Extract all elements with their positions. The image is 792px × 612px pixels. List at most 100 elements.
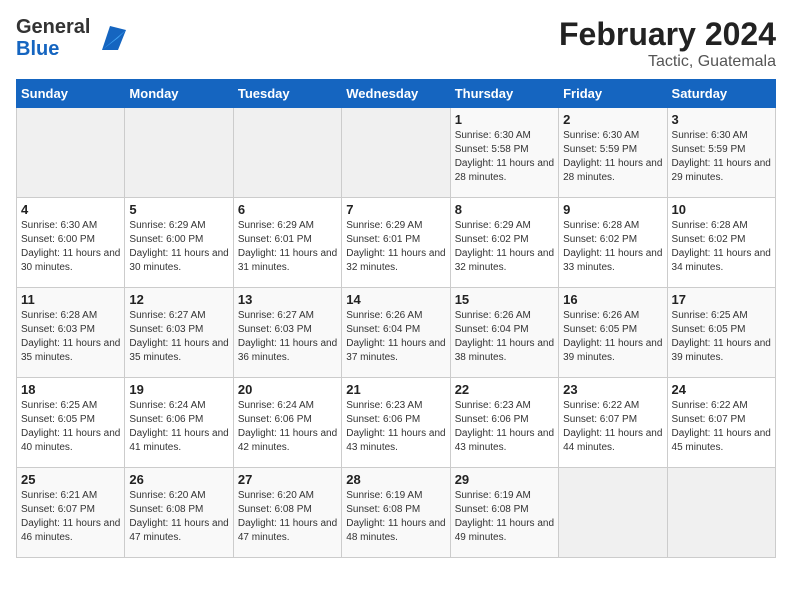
page-header: General Blue February 2024 Tactic, Guate…	[16, 16, 776, 71]
day-number: 13	[238, 292, 337, 307]
day-number: 9	[563, 202, 662, 217]
calendar-cell: 1Sunrise: 6:30 AM Sunset: 5:58 PM Daylig…	[450, 108, 558, 198]
day-number: 27	[238, 472, 337, 487]
calendar-cell	[559, 468, 667, 558]
day-number: 3	[672, 112, 771, 127]
day-info: Sunrise: 6:19 AM Sunset: 6:08 PM Dayligh…	[346, 489, 445, 545]
calendar-cell: 15 Sunrise: 6:26 AM Sunset: 6:04 PM Dayli…	[450, 288, 558, 378]
day-number: 16	[563, 292, 662, 307]
day-info: Sunrise: 6:26 AM Sunset: 6:04 PM Dayligh…	[346, 309, 445, 365]
day-info: Sunrise: 6:30 AM Sunset: 5:59 PM Dayligh…	[563, 129, 662, 185]
day-info: Sunrise: 6:20 AM Sunset: 6:08 PM Dayligh…	[238, 489, 337, 545]
day-info: Sunrise: 6:26 AM Sunset: 6:05 PM Dayligh…	[563, 309, 662, 365]
calendar-cell: 19 Sunrise: 6:24 AM Sunset: 6:06 PM Dayli…	[125, 378, 233, 468]
day-number: 15	[455, 292, 554, 307]
calendar-cell: 28 Sunrise: 6:19 AM Sunset: 6:08 PM Dayli…	[342, 468, 450, 558]
calendar-cell: 8 Sunrise: 6:29 AM Sunset: 6:02 PM Daylig…	[450, 198, 558, 288]
day-info: Sunrise: 6:23 AM Sunset: 6:06 PM Dayligh…	[455, 399, 554, 455]
day-info: Sunrise: 6:29 AM Sunset: 6:01 PM Dayligh…	[346, 219, 445, 275]
calendar-cell: 11 Sunrise: 6:28 AM Sunset: 6:03 PM Dayli…	[17, 288, 125, 378]
day-number: 7	[346, 202, 445, 217]
day-info: Sunrise: 6:21 AM Sunset: 6:07 PM Dayligh…	[21, 489, 120, 545]
logo-blue: Blue	[16, 38, 90, 60]
day-info: Sunrise: 6:29 AM Sunset: 6:01 PM Dayligh…	[238, 219, 337, 275]
day-info: Sunrise: 6:27 AM Sunset: 6:03 PM Dayligh…	[129, 309, 228, 365]
calendar-header-row: SundayMondayTuesdayWednesdayThursdayFrid…	[17, 80, 776, 108]
day-number: 2	[563, 112, 662, 127]
calendar-cell	[233, 108, 341, 198]
day-number: 4	[21, 202, 120, 217]
calendar-cell: 12 Sunrise: 6:27 AM Sunset: 6:03 PM Dayli…	[125, 288, 233, 378]
calendar-cell: 14Sunrise: 6:26 AM Sunset: 6:04 PM Dayli…	[342, 288, 450, 378]
day-info: Sunrise: 6:22 AM Sunset: 6:07 PM Dayligh…	[672, 399, 771, 455]
calendar-week-2: 4 Sunrise: 6:30 AM Sunset: 6:00 PM Daylig…	[17, 198, 776, 288]
logo: General Blue	[16, 16, 126, 60]
calendar-week-4: 18 Sunrise: 6:25 AM Sunset: 6:05 PM Dayli…	[17, 378, 776, 468]
calendar-cell: 21 Sunrise: 6:23 AM Sunset: 6:06 PM Dayli…	[342, 378, 450, 468]
day-number: 25	[21, 472, 120, 487]
day-header-thursday: Thursday	[450, 80, 558, 108]
day-number: 11	[21, 292, 120, 307]
day-number: 26	[129, 472, 228, 487]
calendar-cell: 20Sunrise: 6:24 AM Sunset: 6:06 PM Dayli…	[233, 378, 341, 468]
day-number: 23	[563, 382, 662, 397]
day-info: Sunrise: 6:29 AM Sunset: 6:02 PM Dayligh…	[455, 219, 554, 275]
calendar-week-1: 1Sunrise: 6:30 AM Sunset: 5:58 PM Daylig…	[17, 108, 776, 198]
day-number: 28	[346, 472, 445, 487]
day-number: 1	[455, 112, 554, 127]
calendar-cell: 26 Sunrise: 6:20 AM Sunset: 6:08 PM Dayli…	[125, 468, 233, 558]
calendar-cell: 5 Sunrise: 6:29 AM Sunset: 6:00 PM Daylig…	[125, 198, 233, 288]
day-header-friday: Friday	[559, 80, 667, 108]
day-number: 8	[455, 202, 554, 217]
day-info: Sunrise: 6:24 AM Sunset: 6:06 PM Dayligh…	[238, 399, 337, 455]
calendar-cell: 4 Sunrise: 6:30 AM Sunset: 6:00 PM Daylig…	[17, 198, 125, 288]
calendar-week-3: 11 Sunrise: 6:28 AM Sunset: 6:03 PM Dayli…	[17, 288, 776, 378]
day-number: 6	[238, 202, 337, 217]
calendar-cell: 23 Sunrise: 6:22 AM Sunset: 6:07 PM Dayli…	[559, 378, 667, 468]
day-header-tuesday: Tuesday	[233, 80, 341, 108]
day-info: Sunrise: 6:28 AM Sunset: 6:03 PM Dayligh…	[21, 309, 120, 365]
calendar-cell: 18 Sunrise: 6:25 AM Sunset: 6:05 PM Dayli…	[17, 378, 125, 468]
calendar-cell: 3 Sunrise: 6:30 AM Sunset: 5:59 PM Daylig…	[667, 108, 775, 198]
day-info: Sunrise: 6:30 AM Sunset: 5:59 PM Dayligh…	[672, 129, 771, 185]
day-number: 24	[672, 382, 771, 397]
calendar-table: SundayMondayTuesdayWednesdayThursdayFrid…	[16, 79, 776, 558]
day-info: Sunrise: 6:22 AM Sunset: 6:07 PM Dayligh…	[563, 399, 662, 455]
title-block: February 2024 Tactic, Guatemala	[559, 16, 776, 71]
day-number: 5	[129, 202, 228, 217]
calendar-cell: 2 Sunrise: 6:30 AM Sunset: 5:59 PM Daylig…	[559, 108, 667, 198]
day-info: Sunrise: 6:24 AM Sunset: 6:06 PM Dayligh…	[129, 399, 228, 455]
day-info: Sunrise: 6:27 AM Sunset: 6:03 PM Dayligh…	[238, 309, 337, 365]
day-number: 29	[455, 472, 554, 487]
calendar-cell: 13 Sunrise: 6:27 AM Sunset: 6:03 PM Dayli…	[233, 288, 341, 378]
day-number: 12	[129, 292, 228, 307]
day-info: Sunrise: 6:30 AM Sunset: 6:00 PM Dayligh…	[21, 219, 120, 275]
calendar-cell: 16 Sunrise: 6:26 AM Sunset: 6:05 PM Dayli…	[559, 288, 667, 378]
day-info: Sunrise: 6:29 AM Sunset: 6:00 PM Dayligh…	[129, 219, 228, 275]
day-header-saturday: Saturday	[667, 80, 775, 108]
day-header-sunday: Sunday	[17, 80, 125, 108]
day-info: Sunrise: 6:26 AM Sunset: 6:04 PM Dayligh…	[455, 309, 554, 365]
main-title: February 2024	[559, 16, 776, 53]
day-number: 21	[346, 382, 445, 397]
day-header-monday: Monday	[125, 80, 233, 108]
day-info: Sunrise: 6:25 AM Sunset: 6:05 PM Dayligh…	[21, 399, 120, 455]
day-number: 10	[672, 202, 771, 217]
day-info: Sunrise: 6:23 AM Sunset: 6:06 PM Dayligh…	[346, 399, 445, 455]
calendar-cell	[125, 108, 233, 198]
subtitle: Tactic, Guatemala	[559, 53, 776, 71]
day-number: 19	[129, 382, 228, 397]
calendar-cell: 22Sunrise: 6:23 AM Sunset: 6:06 PM Dayli…	[450, 378, 558, 468]
calendar-week-5: 25 Sunrise: 6:21 AM Sunset: 6:07 PM Dayli…	[17, 468, 776, 558]
day-info: Sunrise: 6:20 AM Sunset: 6:08 PM Dayligh…	[129, 489, 228, 545]
day-info: Sunrise: 6:19 AM Sunset: 6:08 PM Dayligh…	[455, 489, 554, 545]
calendar-cell: 25 Sunrise: 6:21 AM Sunset: 6:07 PM Dayli…	[17, 468, 125, 558]
calendar-cell: 27 Sunrise: 6:20 AM Sunset: 6:08 PM Dayli…	[233, 468, 341, 558]
day-info: Sunrise: 6:25 AM Sunset: 6:05 PM Dayligh…	[672, 309, 771, 365]
calendar-cell: 10Sunrise: 6:28 AM Sunset: 6:02 PM Dayli…	[667, 198, 775, 288]
day-number: 17	[672, 292, 771, 307]
calendar-cell	[667, 468, 775, 558]
calendar-cell: 17 Sunrise: 6:25 AM Sunset: 6:05 PM Dayli…	[667, 288, 775, 378]
calendar-cell: 9Sunrise: 6:28 AM Sunset: 6:02 PM Daylig…	[559, 198, 667, 288]
day-number: 18	[21, 382, 120, 397]
